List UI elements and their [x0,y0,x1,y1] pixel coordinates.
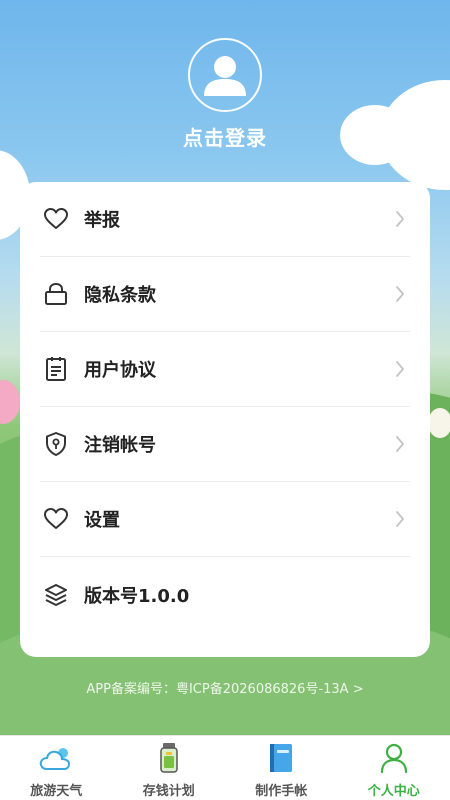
avatar[interactable] [188,38,262,112]
clipboard-icon [42,355,70,383]
login-link[interactable]: 点击登录 [0,122,450,151]
person-icon [377,742,411,774]
menu-item-user-agreement[interactable]: 用户协议 [40,332,410,407]
chevron-right-icon [390,284,410,304]
chevron-right-icon [390,209,410,229]
tab-label: 存钱计划 [142,784,195,799]
tab-travel-weather[interactable]: 旅游天气 [0,736,113,800]
notebook-icon [264,742,298,774]
bottom-tab-bar: 旅游天气 存钱计划 制作手帐 个人中心 [0,735,450,800]
menu-item-privacy[interactable]: 隐私条款 [40,257,410,332]
menu-item-label: 隐私条款 [84,285,156,306]
tab-make-journal[interactable]: 制作手帐 [225,736,338,800]
tab-label: 制作手帐 [255,784,308,799]
menu-item-version: 版本号1.0.0 [40,557,410,632]
menu-item-settings[interactable]: 设置 [40,482,410,557]
shield-icon [42,430,70,458]
profile-header: 点击登录 [0,38,450,151]
menu-item-label: 注销帐号 [84,435,156,456]
chevron-right-icon [390,434,410,454]
menu-item-label: 设置 [84,510,120,531]
tab-label: 个人中心 [367,784,420,799]
chevron-right-icon [390,509,410,529]
menu-item-delete-account[interactable]: 注销帐号 [40,407,410,482]
cloud-icon [39,742,73,774]
heart-icon [42,205,70,233]
menu-item-label: 举报 [84,210,120,231]
heart-icon [42,505,70,533]
menu-card: 举报 隐私条款 用户协议 注销帐号 设置 版本号1.0.0 [20,182,430,657]
menu-item-report[interactable]: 举报 [40,182,410,257]
tab-personal-center[interactable]: 个人中心 [338,736,450,800]
icp-record-link[interactable]: APP备案编号：粤ICP备2026086826号-13A > [0,678,450,697]
layers-icon [42,581,70,609]
tab-label: 旅游天气 [30,784,83,799]
lock-icon [42,280,70,308]
tab-savings-plan[interactable]: 存钱计划 [113,736,226,800]
user-avatar-icon [204,56,246,96]
menu-item-label: 用户协议 [84,360,156,381]
money-jar-icon [152,742,186,774]
chevron-right-icon [390,359,410,379]
version-label: 版本号1.0.0 [84,585,190,607]
